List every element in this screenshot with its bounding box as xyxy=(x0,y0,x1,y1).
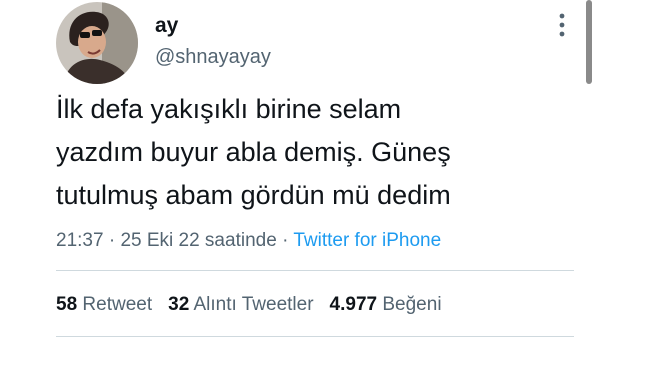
tweet-stats: 58 Retweet 32 Alıntı Tweetler 4.977 Beğeni xyxy=(56,294,442,316)
retweets-count: 58 xyxy=(56,294,78,315)
retweets-label: Retweet xyxy=(82,294,153,315)
tweet-time[interactable]: 21:37 xyxy=(56,230,104,251)
divider xyxy=(56,270,574,271)
likes-stat[interactable]: 4.977 Beğeni xyxy=(330,294,442,315)
separator: · xyxy=(108,230,116,251)
separator: · xyxy=(282,230,289,251)
display-name[interactable]: ay xyxy=(155,14,178,38)
tweet-text: İlk defa yakışıklı birine selam yazdım b… xyxy=(56,94,451,210)
scrollbar[interactable] xyxy=(586,0,592,84)
profile-photo-icon xyxy=(56,2,138,84)
likes-label: Beğeni xyxy=(382,294,442,315)
tweet-card: ay @shnayayay İlk defa yakışıklı birine … xyxy=(0,0,672,378)
tweet-source-link[interactable]: Twitter for iPhone xyxy=(293,230,441,251)
avatar[interactable] xyxy=(56,2,138,84)
tweet-meta: 21:37 · 25 Eki 22 saatinde · Twitter for… xyxy=(56,230,441,252)
tweet-date[interactable]: 25 Eki 22 saatinde xyxy=(120,230,276,251)
likes-count: 4.977 xyxy=(329,294,378,315)
divider xyxy=(56,336,574,337)
user-handle[interactable]: @shnayayay xyxy=(155,46,271,69)
more-options-icon[interactable] xyxy=(552,8,572,42)
quotes-count: 32 xyxy=(168,294,190,315)
quotes-stat[interactable]: 32 Alıntı Tweetler xyxy=(168,294,313,315)
quotes-label: Alıntı Tweetler xyxy=(193,294,314,315)
retweets-stat[interactable]: 58 Retweet xyxy=(56,294,152,315)
